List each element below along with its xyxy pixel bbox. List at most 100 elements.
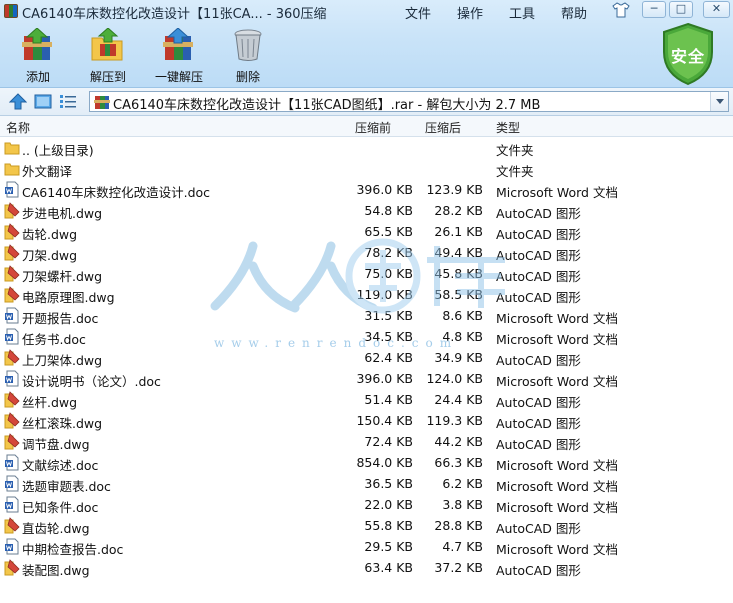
minimize-button[interactable]: ─ <box>642 1 666 18</box>
restore-button[interactable]: □ <box>669 1 693 18</box>
file-size-after: 66.3 KB <box>434 455 483 470</box>
file-row[interactable]: 刀架.dwg 78.2 KB 49.4 KB AutoCAD 图形 <box>0 242 733 263</box>
file-size-before: 396.0 KB <box>356 371 413 386</box>
file-row[interactable]: 丝杆.dwg 51.4 KB 24.4 KB AutoCAD 图形 <box>0 389 733 410</box>
file-row[interactable]: 设计说明书（论文）.doc 396.0 KB 124.0 KB Microsoft W… <box>0 368 733 389</box>
file-size-after: 34.9 KB <box>434 350 483 365</box>
column-name[interactable]: 名称 <box>6 119 30 136</box>
file-name: 开题报告.doc <box>22 311 99 326</box>
address-row: CA6140车床数控化改造设计【11张CAD图纸】.rar - 解包大小为 2.… <box>0 88 733 116</box>
app-logo-icon <box>4 4 18 18</box>
dwg-icon <box>4 412 20 429</box>
column-size-after[interactable]: 压缩后 <box>425 119 461 136</box>
file-name: 选题审题表.doc <box>22 479 111 494</box>
file-size-after: 28.8 KB <box>434 518 483 533</box>
file-size-after: 4.7 KB <box>442 539 483 554</box>
menu-file[interactable]: 文件 <box>405 3 431 22</box>
file-size-after: 6.2 KB <box>442 476 483 491</box>
up-arrow-icon[interactable] <box>9 93 27 110</box>
file-name: 步进电机.dwg <box>22 206 103 221</box>
dwg-icon <box>4 202 20 219</box>
file-row[interactable]: 装配图.dwg 63.4 KB 37.2 KB AutoCAD 图形 <box>0 557 733 578</box>
file-type: Microsoft Word 文档 <box>496 311 618 326</box>
delete-button[interactable]: 删除 <box>228 28 268 86</box>
menu-help[interactable]: 帮助 <box>561 3 587 22</box>
file-size-after: 119.3 KB <box>426 413 483 428</box>
file-name: .. (上级目录) <box>22 143 94 158</box>
file-size-before: 150.4 KB <box>356 413 413 428</box>
file-row[interactable]: 丝杠滚珠.dwg 150.4 KB 119.3 KB AutoCAD 图形 <box>0 410 733 431</box>
file-name: 调节盘.dwg <box>22 437 90 452</box>
close-button[interactable]: ✕ <box>703 1 730 18</box>
file-size-after: 58.5 KB <box>434 287 483 302</box>
file-type: AutoCAD 图形 <box>496 269 581 284</box>
word-doc-icon <box>4 328 20 345</box>
file-row[interactable]: 已知条件.doc 22.0 KB 3.8 KB Microsoft Word 文档 <box>0 494 733 515</box>
large-icon-view-icon[interactable] <box>34 93 52 110</box>
file-type: AutoCAD 图形 <box>496 290 581 305</box>
file-row[interactable]: 开题报告.doc 31.5 KB 8.6 KB Microsoft Word 文档 <box>0 305 733 326</box>
file-size-before: 854.0 KB <box>356 455 413 470</box>
dwg-icon <box>4 391 20 408</box>
file-row[interactable]: 外文翻译 文件夹 <box>0 158 733 179</box>
list-view-icon[interactable] <box>59 93 77 110</box>
address-dropdown-button[interactable] <box>710 92 728 111</box>
file-size-before: 62.4 KB <box>364 350 413 365</box>
word-doc-icon <box>4 496 20 513</box>
column-size-before[interactable]: 压缩前 <box>355 119 391 136</box>
file-size-after: 26.1 KB <box>434 224 483 239</box>
file-name: 丝杆.dwg <box>22 395 78 410</box>
skin-shirt-icon[interactable] <box>612 2 630 18</box>
column-type[interactable]: 类型 <box>496 119 520 136</box>
file-size-before: 55.8 KB <box>364 518 413 533</box>
file-size-after: 24.4 KB <box>434 392 483 407</box>
file-row[interactable]: 调节盘.dwg 72.4 KB 44.2 KB AutoCAD 图形 <box>0 431 733 452</box>
archive-icon <box>94 96 110 109</box>
extract-to-button[interactable]: 解压到 <box>86 28 130 86</box>
dwg-icon <box>4 559 20 576</box>
word-doc-icon <box>4 181 20 198</box>
file-row[interactable]: 直齿轮.dwg 55.8 KB 28.8 KB AutoCAD 图形 <box>0 515 733 536</box>
toolbar-area: CA6140车床数控化改造设计【11张CA... - 360压缩 文件 操作 工… <box>0 0 733 88</box>
delete-label: 删除 <box>235 70 260 84</box>
file-row[interactable]: 步进电机.dwg 54.8 KB 28.2 KB AutoCAD 图形 <box>0 200 733 221</box>
file-size-before: 29.5 KB <box>364 539 413 554</box>
file-type: Microsoft Word 文档 <box>496 458 618 473</box>
file-row[interactable]: 选题审题表.doc 36.5 KB 6.2 KB Microsoft Word 文档 <box>0 473 733 494</box>
file-row[interactable]: 刀架螺杆.dwg 75.0 KB 45.8 KB AutoCAD 图形 <box>0 263 733 284</box>
column-header: 名称 压缩前 压缩后 类型 <box>0 116 733 137</box>
file-size-before: 63.4 KB <box>364 560 413 575</box>
file-row[interactable]: .. (上级目录) 文件夹 <box>0 137 733 158</box>
file-type: AutoCAD 图形 <box>496 206 581 221</box>
title-bar: CA6140车床数控化改造设计【11张CA... - 360压缩 文件 操作 工… <box>0 0 733 22</box>
one-click-extract-icon <box>163 28 193 60</box>
file-type: AutoCAD 图形 <box>496 227 581 242</box>
file-row[interactable]: 上刀架体.dwg 62.4 KB 34.9 KB AutoCAD 图形 <box>0 347 733 368</box>
menu-tools[interactable]: 工具 <box>509 3 535 22</box>
file-row[interactable]: CA6140车床数控化改造设计.doc 396.0 KB 123.9 KB Micro… <box>0 179 733 200</box>
file-size-after: 37.2 KB <box>434 560 483 575</box>
file-size-before: 78.2 KB <box>364 245 413 260</box>
one-click-extract-button[interactable]: 一键解压 <box>152 28 206 86</box>
file-row[interactable]: 电路原理图.dwg 119.0 KB 58.5 KB AutoCAD 图形 <box>0 284 733 305</box>
extract-to-label: 解压到 <box>89 70 126 84</box>
word-doc-icon <box>4 307 20 324</box>
add-button[interactable]: 添加 <box>18 28 58 86</box>
file-row[interactable]: 齿轮.dwg 65.5 KB 26.1 KB AutoCAD 图形 <box>0 221 733 242</box>
menu-operation[interactable]: 操作 <box>457 3 483 22</box>
file-name: 丝杠滚珠.dwg <box>22 416 103 431</box>
file-type: AutoCAD 图形 <box>496 395 581 410</box>
address-bar[interactable]: CA6140车床数控化改造设计【11张CAD图纸】.rar - 解包大小为 2.… <box>89 91 729 113</box>
folder-icon <box>4 139 20 156</box>
folder-icon <box>4 160 20 177</box>
file-name: 文献综述.doc <box>22 458 99 473</box>
file-type: 文件夹 <box>496 143 534 158</box>
file-name: CA6140车床数控化改造设计.doc <box>22 185 211 200</box>
security-badge-label: 安全 <box>670 47 705 66</box>
file-row[interactable]: 文献综述.doc 854.0 KB 66.3 KB Microsoft Word 文档 <box>0 452 733 473</box>
file-size-before: 119.0 KB <box>356 287 413 302</box>
file-type: AutoCAD 图形 <box>496 353 581 368</box>
dwg-icon <box>4 265 20 282</box>
window-title: CA6140车床数控化改造设计【11张CA... - 360压缩 <box>22 7 327 22</box>
file-row[interactable]: 中期检查报告.doc 29.5 KB 4.7 KB Microsoft Word 文档 <box>0 536 733 557</box>
